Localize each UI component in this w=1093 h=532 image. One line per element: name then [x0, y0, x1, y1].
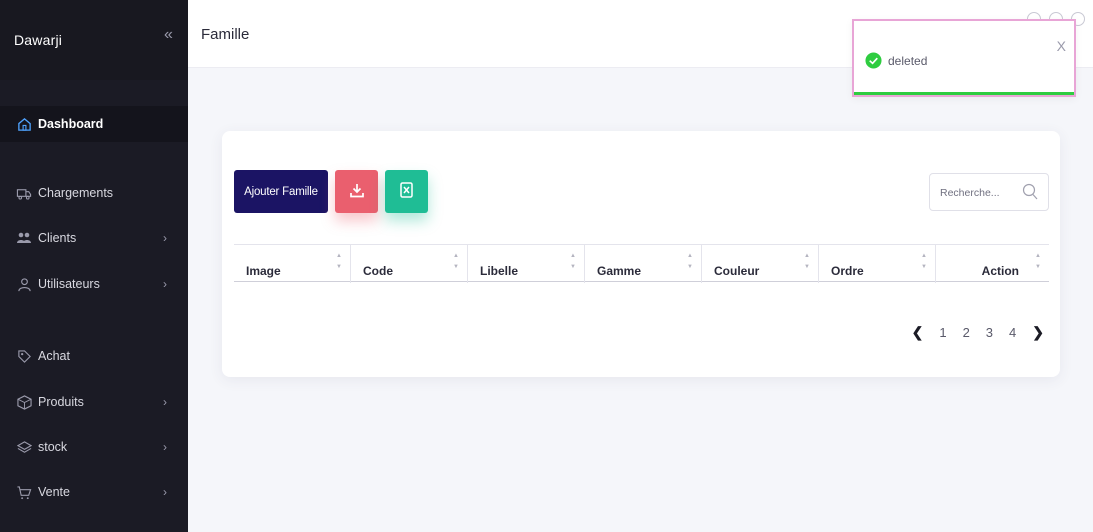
page-2-button[interactable]: 2 [963, 325, 970, 340]
next-page-button[interactable]: ❯ [1032, 324, 1044, 341]
sidebar-item-achat[interactable]: Achat [0, 338, 188, 374]
sidebar-item-utilisateurs[interactable]: Utilisateurs › [0, 266, 188, 302]
download-icon [349, 183, 364, 201]
chevron-right-icon: › [163, 395, 167, 409]
sidebar-item-chargements[interactable]: Chargements [0, 175, 188, 211]
page-1-button[interactable]: 1 [939, 325, 946, 340]
collapse-sidebar-icon[interactable]: « [164, 26, 173, 44]
column-header-action[interactable]: Action ▲ ▼ [936, 245, 1049, 283]
sidebar-item-label: Chargements [38, 186, 114, 200]
sidebar-item-label: stock [38, 440, 68, 454]
sort-icon[interactable]: ▲ ▼ [336, 251, 342, 273]
close-toast-button[interactable]: X [1057, 38, 1066, 54]
sidebar-item-label: Produits [38, 395, 84, 409]
sidebar-item-label: Dashboard [38, 117, 104, 131]
chevron-right-icon: › [163, 231, 167, 245]
sidebar: Dawarji « Dashboard Chargements Clients … [0, 0, 188, 532]
brand-name: Dawarji [14, 32, 63, 48]
sidebar-item-label: Utilisateurs [38, 277, 100, 291]
chevron-right-icon: › [163, 440, 167, 454]
sidebar-item-label: Achat [38, 349, 70, 363]
column-header-image[interactable]: Image ▲ ▼ [234, 245, 351, 283]
brand-area: Dawarji « [0, 0, 188, 80]
sidebar-item-produits[interactable]: Produits › [0, 384, 188, 420]
page-4-button[interactable]: 4 [1009, 325, 1016, 340]
sidebar-item-label: Vente [38, 485, 70, 499]
sidebar-item-dashboard[interactable]: Dashboard [0, 106, 188, 142]
toast-progress-bar [854, 92, 1074, 95]
cart-icon [16, 484, 32, 500]
table-header: Image ▲ ▼ Code ▲ ▼ Libelle ▲ ▼ Gamme ▲ ▼ Cou… [234, 244, 1049, 283]
chevron-right-icon: › [163, 485, 167, 499]
page-3-button[interactable]: 3 [986, 325, 993, 340]
export-excel-button[interactable] [385, 170, 428, 213]
search-input[interactable] [940, 184, 1020, 202]
page-title: Famille [201, 26, 250, 43]
check-circle-icon [865, 52, 882, 74]
sidebar-item-clients[interactable]: Clients › [0, 220, 188, 256]
users-icon [16, 230, 32, 246]
sidebar-item-label: Clients [38, 231, 77, 245]
prev-page-button[interactable]: ❮ [912, 324, 924, 341]
sort-icon[interactable]: ▲ ▼ [804, 251, 810, 273]
sort-icon[interactable]: ▲ ▼ [453, 251, 459, 273]
sort-icon[interactable]: ▲ ▼ [687, 251, 693, 273]
pagination: ❮ 1 2 3 4 ❯ [896, 324, 1044, 341]
success-toast: deleted X [852, 19, 1076, 97]
column-header-libelle[interactable]: Libelle ▲ ▼ [468, 245, 585, 283]
column-header-code[interactable]: Code ▲ ▼ [351, 245, 468, 283]
chevron-right-icon: › [163, 277, 167, 291]
search-box [929, 173, 1049, 211]
column-header-gamme[interactable]: Gamme ▲ ▼ [585, 245, 702, 283]
download-button[interactable] [335, 170, 378, 213]
sidebar-item-vente[interactable]: Vente › [0, 474, 188, 510]
excel-icon [400, 182, 413, 201]
sidebar-item-stock[interactable]: stock › [0, 429, 188, 465]
sort-icon[interactable]: ▲ ▼ [570, 251, 576, 273]
truck-icon [16, 185, 32, 201]
layers-icon [16, 439, 32, 455]
column-header-couleur[interactable]: Couleur ▲ ▼ [702, 245, 819, 283]
toast-message: deleted [888, 54, 928, 68]
column-header-ordre[interactable]: Ordre ▲ ▼ [819, 245, 936, 283]
famille-card: Ajouter Famille Image ▲▼ Code ▲▼ Libelle… [222, 131, 1060, 377]
user-icon [16, 276, 32, 292]
search-icon[interactable] [1022, 183, 1038, 206]
add-famille-button[interactable]: Ajouter Famille [234, 170, 328, 213]
box-icon [16, 394, 32, 410]
tag-icon [16, 348, 32, 364]
sort-icon[interactable]: ▲ ▼ [921, 251, 927, 273]
sort-icon[interactable]: ▲ ▼ [1035, 251, 1041, 273]
home-icon [16, 116, 32, 132]
